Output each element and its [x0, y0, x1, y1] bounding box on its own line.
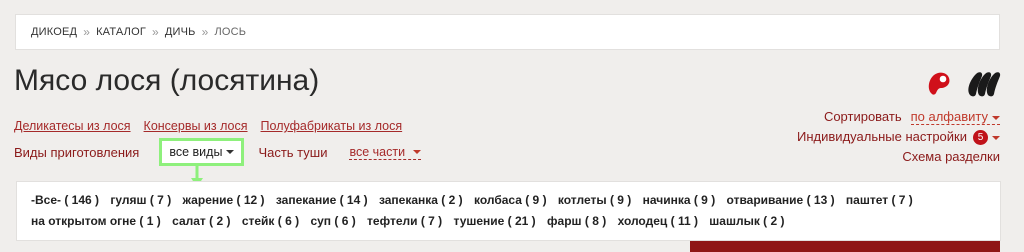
cooking-tags-box: -Все- ( 146 ) гуляш ( 7 ) жарение ( 12 )… [16, 181, 1001, 241]
cooking-tag[interactable]: фарш ( 8 ) [547, 214, 606, 228]
cooking-tag[interactable]: тефтели ( 7 ) [367, 214, 442, 228]
sort-label: Сортировать [823, 109, 902, 124]
chevron-down-icon [992, 115, 1000, 120]
sort-row: Сортировать по алфавиту [797, 107, 1000, 127]
cooking-tag[interactable]: запекание ( 14 ) [276, 193, 368, 207]
breadcrumb: ДИКОЕД » КАТАЛОГ » ДИЧЬ » ЛОСЬ [15, 14, 1000, 50]
single-cut-icon[interactable] [926, 70, 952, 96]
chevron-down-icon [226, 150, 235, 154]
cooking-tag[interactable]: паштет ( 7 ) [846, 193, 913, 207]
settings-row[interactable]: Индивидуальные настройки 5 [797, 127, 1000, 147]
cooking-tag[interactable]: салат ( 2 ) [172, 214, 230, 228]
product-card-header [690, 241, 1000, 252]
carcass-part-value: все части [349, 144, 406, 159]
carcass-part-dropdown[interactable]: все части [349, 144, 421, 160]
breadcrumb-home[interactable]: ДИКОЕД [31, 26, 77, 38]
settings-label: Индивидуальные настройки [797, 129, 967, 144]
cooking-tag[interactable]: начинка ( 9 ) [643, 193, 716, 207]
carcass-part-label: Часть туши [258, 144, 328, 160]
sort-dropdown[interactable]: по алфавиту [910, 109, 1000, 125]
chevron-down-icon [412, 150, 421, 155]
cooking-type-value: все виды [169, 145, 223, 159]
breadcrumb-catalog[interactable]: КАТАЛОГ [96, 26, 146, 38]
cooking-tag[interactable]: суп ( 6 ) [310, 214, 355, 228]
breadcrumb-separator: » [201, 25, 209, 39]
breadcrumb-current: ЛОСЬ [214, 26, 247, 38]
breadcrumb-separator: » [152, 25, 159, 39]
breadcrumb-game[interactable]: ДИЧЬ [165, 26, 196, 38]
cooking-tag[interactable]: стейк ( 6 ) [242, 214, 299, 228]
cooking-tag[interactable]: колбаса ( 9 ) [474, 193, 547, 207]
cooking-tag[interactable]: жарение ( 12 ) [183, 193, 265, 207]
cooking-tag[interactable]: отваривание ( 13 ) [727, 193, 835, 207]
cooking-tag[interactable]: гуляш ( 7 ) [110, 193, 171, 207]
cooking-tag[interactable]: шашлык ( 2 ) [709, 214, 784, 228]
chevron-down-icon [992, 135, 1000, 140]
page-title: Мясо лося (лосятина) [14, 64, 320, 97]
cooking-type-dropdown[interactable]: все виды [159, 138, 245, 166]
cooking-tag[interactable]: котлеты ( 9 ) [558, 193, 631, 207]
cooking-tag[interactable]: тушение ( 21 ) [454, 214, 536, 228]
link-canned[interactable]: Консервы из лося [144, 119, 248, 133]
scheme-row: Схема разделки [797, 147, 1000, 167]
cooking-type-label: Виды приготовления [14, 144, 140, 160]
settings-panel: Сортировать по алфавиту Индивидуальные на… [797, 107, 1000, 167]
settings-count-badge: 5 [973, 130, 988, 146]
subcategory-links: Деликатесы из лося Консервы из лося Полу… [14, 119, 402, 133]
sort-value: по алфавиту [910, 109, 988, 124]
breadcrumb-separator: » [83, 25, 91, 39]
filters-bar: Виды приготовления все виды Часть туши в… [14, 137, 421, 167]
cutting-scheme-link[interactable]: Схема разделки [902, 149, 1000, 164]
link-delicacies[interactable]: Деликатесы из лося [14, 119, 131, 133]
multi-cut-icon[interactable] [966, 68, 1002, 98]
cooking-tag[interactable]: холодец ( 11 ) [618, 214, 698, 228]
cooking-tag[interactable]: запеканка ( 2 ) [379, 193, 463, 207]
cooking-tag[interactable]: на открытом огне ( 1 ) [31, 214, 161, 228]
link-semi-finished[interactable]: Полуфабрикаты из лося [261, 119, 403, 133]
cooking-tag[interactable]: -Все- ( 146 ) [31, 193, 99, 207]
